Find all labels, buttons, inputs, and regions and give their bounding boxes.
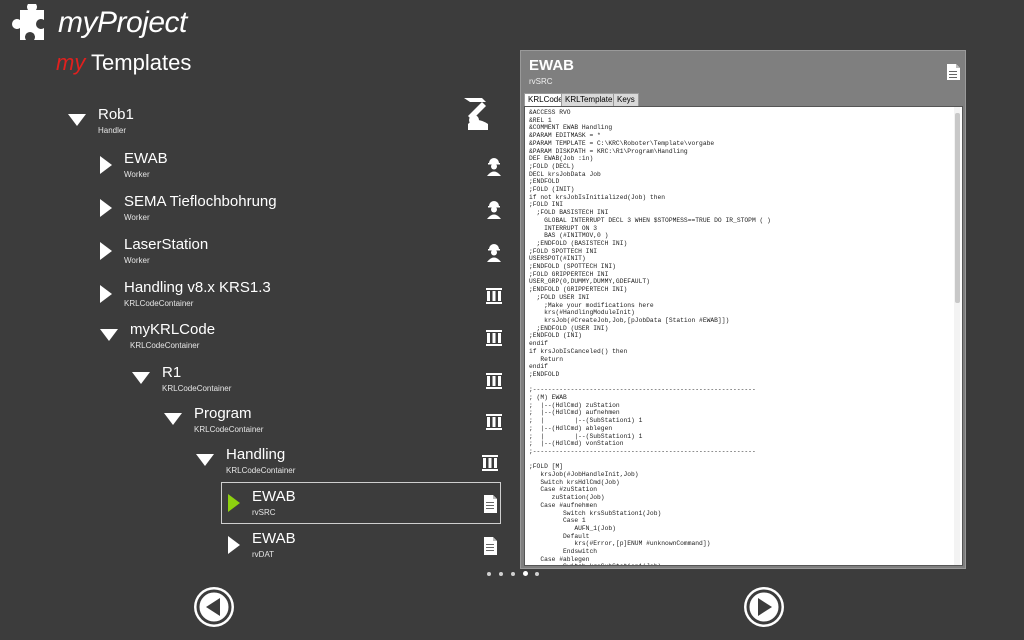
collapse-arrow-icon[interactable] [68,114,86,126]
tree-node-type: Worker [124,256,150,265]
back-button[interactable] [194,587,234,627]
collapse-arrow-icon[interactable] [132,372,150,384]
worker-icon [487,201,501,219]
tree-node-name: R1 [162,364,182,381]
tree-node-name: Handling v8.x KRS1.3 [124,279,271,296]
scrollbar-thumb[interactable] [955,113,960,303]
page-dot[interactable] [535,572,539,576]
page-dot[interactable] [499,572,503,576]
tree-node-type: rvDAT [252,550,275,559]
tree-node-type: KRLCodeContainer [194,425,264,434]
tree-node-type: Handler [98,126,127,135]
tree-node-name: Program [194,405,252,422]
puzzle-logo-icon [12,4,44,40]
editor-title: EWAB [529,57,574,74]
page-title: my Templates [56,50,191,76]
expand-arrow-icon[interactable] [100,199,112,217]
tree-node-type: Worker [124,213,150,222]
tree-node-ewab-dat[interactable]: EWAB rvDAT [228,530,498,570]
container-icon [486,288,502,304]
tree-node-name: myKRLCode [130,321,216,338]
page-dot[interactable] [511,572,515,576]
tree-node-type: KRLCodeContainer [124,299,194,308]
container-icon [486,330,502,346]
container-icon [486,414,502,430]
document-icon [484,537,497,555]
tree-node-type: Worker [124,170,150,179]
play-arrow-icon[interactable] [228,494,240,512]
container-icon [482,455,498,471]
tree-node-mykrlcode[interactable]: myKRLCode KRLCodeContainer [100,321,510,361]
tree-node-type: KRLCodeContainer [162,384,232,393]
tree-node-name: Rob1 [98,106,134,123]
container-icon [486,373,502,389]
tab-krltemplate[interactable]: KRLTemplate [561,93,617,107]
tree-node-name: EWAB [252,488,296,505]
expand-arrow-icon[interactable] [100,242,112,260]
tree-node-name: SEMA Tieflochbohrung [124,193,277,210]
collapse-arrow-icon[interactable] [164,413,182,425]
code-textarea[interactable]: &ACCESS RVO &REL 1 &COMMENT EWAB Handlin… [524,106,963,566]
expand-arrow-icon[interactable] [100,156,112,174]
collapse-arrow-icon[interactable] [100,329,118,341]
document-icon [484,495,497,513]
tree-node-program[interactable]: Program KRLCodeContainer [164,405,510,445]
worker-icon [487,244,501,262]
tree-node-type: rvSRC [252,508,276,517]
robot-arm-icon [464,98,488,130]
tree-node-ewab-src[interactable]: EWAB rvSRC [228,488,498,528]
expand-arrow-icon[interactable] [100,285,112,303]
page-dot[interactable] [523,571,528,576]
code-editor-panel: EWAB rvSRC KRLCode KRLTemplate Keys &ACC… [520,50,966,569]
expand-arrow-icon[interactable] [228,536,240,554]
code-text: &ACCESS RVO &REL 1 &COMMENT EWAB Handlin… [529,109,771,565]
tree-node-name: EWAB [252,530,296,547]
app-title: myProject [58,6,187,39]
tree-node-name: Handling [226,446,286,463]
page-dot[interactable] [487,572,491,576]
tree-node-ewab-worker[interactable]: EWAB Worker [100,150,510,190]
page-title-prefix: my [56,50,86,75]
tree-node-sema-tieflochbohrung[interactable]: SEMA Tieflochbohrung Worker [100,193,510,233]
arrow-right-icon [746,589,782,625]
document-icon[interactable] [946,63,961,81]
tree-node-r1[interactable]: R1 KRLCodeContainer [132,364,510,404]
page-title-label: Templates [91,50,192,75]
tree-node-laserstation[interactable]: LaserStation Worker [100,236,510,276]
tree-node-name: EWAB [124,150,168,167]
worker-icon [487,158,501,176]
tree-node-handling-v8[interactable]: Handling v8.x KRS1.3 KRLCodeContainer [100,279,510,319]
next-button[interactable] [744,587,784,627]
tree-node-type: KRLCodeContainer [130,341,200,350]
collapse-arrow-icon[interactable] [196,454,214,466]
tree-node-type: KRLCodeContainer [226,466,296,475]
tab-keys[interactable]: Keys [613,93,639,107]
tree-node-handling[interactable]: Handling KRLCodeContainer [196,446,510,486]
tree-node-name: LaserStation [124,236,209,253]
tree-node-rob1[interactable]: Rob1 Handler [68,98,508,146]
arrow-left-icon [196,589,232,625]
editor-subtitle: rvSRC [529,77,553,86]
